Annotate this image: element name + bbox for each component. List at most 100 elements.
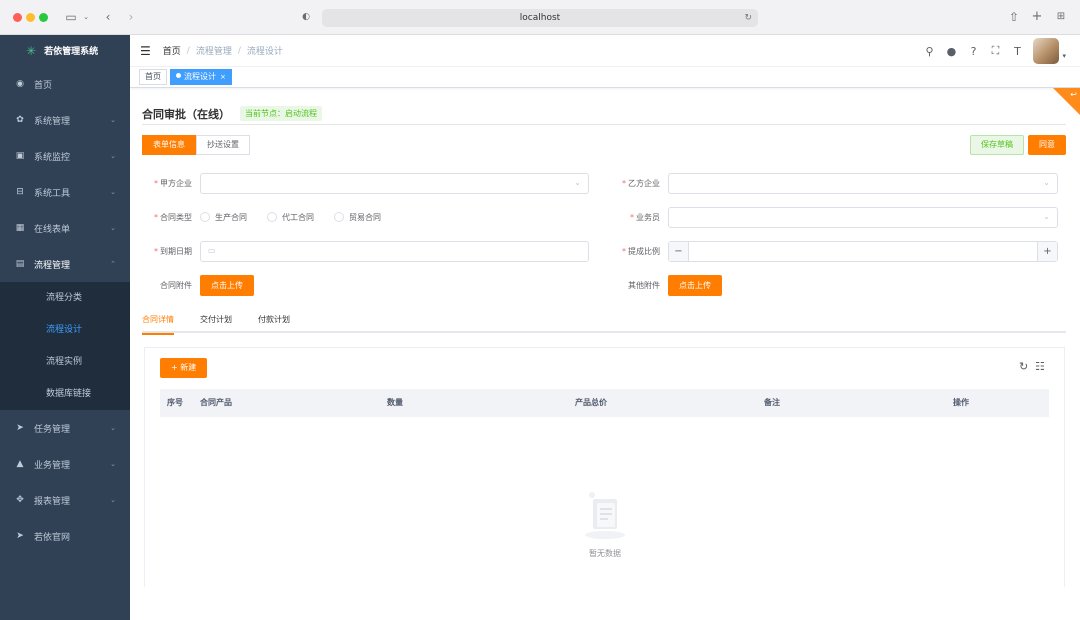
sidebar-item-workflow[interactable]: ▤ 流程管理 ⌃ [0, 246, 130, 282]
tab-payment-plan[interactable]: 付款计划 [258, 311, 290, 333]
product-table-card: + 新建 ↻ ☷ 序号 合同产品 数量 产品总价 备注 操作 暂无数据 [144, 347, 1065, 587]
sidebar-item-label: 系统管理 [34, 116, 71, 127]
sidebar-item-reports[interactable]: ✥ 报表管理 ⌄ [0, 482, 130, 518]
url-text: localhost [519, 13, 561, 23]
sidebar-toggle-icon[interactable]: ▭ [64, 9, 78, 25]
address-bar[interactable]: localhost ↻ [322, 9, 758, 27]
chevron-down-icon[interactable]: ⌄ [82, 9, 90, 25]
caret-down-icon[interactable]: ▾ [1062, 52, 1066, 60]
sidebar-subitem-instance[interactable]: 流程实例 [0, 346, 130, 378]
tag-home[interactable]: 首页 [139, 69, 167, 85]
tab-overview-icon[interactable]: ⊞ [1054, 9, 1068, 25]
empty-state: 暂无数据 [575, 491, 635, 559]
navbar: ☰ 首页 / 流程管理 / 流程设计 ⚲ ● ? ⛶ T ▾ [130, 35, 1080, 67]
column-settings-icon[interactable]: ☷ [1035, 360, 1045, 373]
sidebar-subitem-design[interactable]: 流程设计 [0, 314, 130, 346]
hamburger-icon[interactable]: ☰ [140, 44, 151, 58]
upload-other-button[interactable]: 点击上传 [668, 274, 722, 296]
due-date-picker[interactable]: ▭ [200, 240, 589, 262]
sidebar-item-tasks[interactable]: ➤ 任务管理 ⌄ [0, 410, 130, 446]
share-icon[interactable]: ⇧ [1008, 9, 1020, 25]
tags-view: 首页 流程设计 × [130, 67, 1080, 88]
salesperson-select[interactable]: ⌄ [668, 206, 1058, 228]
form-tab-group: 表单信息 抄送设置 [142, 135, 250, 155]
minimize-window-button[interactable] [26, 13, 35, 22]
chevron-down-icon: ⌄ [1043, 177, 1050, 187]
help-icon[interactable]: ? [967, 45, 979, 58]
reload-icon[interactable]: ↻ [744, 9, 752, 27]
decrement-button[interactable]: − [669, 241, 689, 261]
navbar-actions: ⚲ ● ? ⛶ T ▾ [913, 38, 1066, 64]
add-row-button[interactable]: + 新建 [160, 358, 208, 378]
sidebar-subitem-db-link[interactable]: 数据库链接 [0, 378, 130, 410]
sidebar: ✳ 若依管理系统 ◉ 首页 ✿ 系统管理 ⌄ ▣ 系统监控 ⌄ ⊟ 系统工具 ⌄… [0, 35, 130, 620]
field-salesperson: * 业务员 ⌄ [598, 206, 1058, 228]
tab-contract-details[interactable]: 合同详情 [142, 311, 174, 335]
sidebar-item-online-form[interactable]: ▦ 在线表单 ⌄ [0, 210, 130, 246]
new-tab-icon[interactable]: + [1031, 9, 1043, 25]
party-a-select[interactable]: ⌄ [200, 172, 589, 194]
return-icon[interactable]: ↩ [1070, 90, 1077, 99]
active-dot-icon [176, 73, 181, 78]
tab-cc-settings[interactable]: 抄送设置 [196, 135, 250, 155]
upload-contract-button[interactable]: 点击上传 [200, 274, 254, 296]
tab-form-info[interactable]: 表单信息 [142, 135, 196, 155]
toolbox-icon: ⊟ [16, 187, 24, 197]
sidebar-item-tools[interactable]: ⊟ 系统工具 ⌄ [0, 174, 130, 210]
field-label: * 到期日期 [154, 246, 192, 256]
sidebar-item-business[interactable]: ▲ 业务管理 ⌄ [0, 446, 130, 482]
chevron-down-icon: ⌄ [574, 177, 581, 187]
chevron-down-icon: ⌄ [110, 496, 116, 504]
sidebar-item-system[interactable]: ✿ 系统管理 ⌄ [0, 102, 130, 138]
gear-icon: ✿ [16, 115, 24, 125]
zoom-window-button[interactable] [39, 13, 48, 22]
agree-button[interactable]: 同意 [1028, 135, 1066, 155]
increment-button[interactable]: + [1037, 241, 1057, 261]
chevron-down-icon: ⌄ [110, 152, 116, 160]
table-header: 序号 合同产品 数量 产品总价 备注 操作 [160, 389, 1049, 417]
column-header: 合同产品 [200, 398, 232, 407]
back-icon[interactable]: ‹ [103, 9, 113, 25]
save-draft-button[interactable]: 保存草稿 [970, 135, 1024, 155]
commission-stepper[interactable]: − + [668, 240, 1058, 262]
sidebar-item-official-site[interactable]: ➤ 若依官网 [0, 518, 130, 554]
forward-icon[interactable]: › [126, 9, 136, 25]
radio-trade[interactable]: 贸易合同 [334, 212, 381, 223]
breadcrumb-workflow: 流程管理 [195, 47, 232, 57]
github-icon[interactable]: ● [945, 45, 957, 58]
refresh-icon[interactable]: ↻ [1019, 360, 1028, 373]
search-icon[interactable]: ⚲ [923, 45, 935, 58]
sidebar-item-label: 业务管理 [34, 460, 71, 471]
calendar-icon: ▭ [208, 245, 216, 255]
column-header: 备注 [764, 398, 780, 407]
font-size-icon[interactable]: T [1011, 45, 1023, 58]
empty-text: 暂无数据 [589, 549, 621, 558]
browser-toolbar: ▭ ⌄ ‹ › ◐ localhost ↻ ⇧ + ⊞ [0, 0, 1080, 35]
workflow-submenu: 流程分类 流程设计 流程实例 数据库链接 [0, 282, 130, 410]
close-window-button[interactable] [13, 13, 22, 22]
field-label: * 业务员 [630, 212, 660, 222]
sidebar-item-label: 在线表单 [34, 224, 71, 235]
sidebar-subitem-category[interactable]: 流程分类 [0, 282, 130, 314]
detail-tabs: 合同详情 交付计划 付款计划 [142, 311, 1066, 335]
close-icon[interactable]: × [220, 73, 226, 81]
tab-delivery-plan[interactable]: 交付计划 [200, 311, 232, 333]
radio-circle-icon [200, 212, 210, 222]
radio-production[interactable]: 生产合同 [200, 212, 247, 223]
field-due-date: * 到期日期 ▭ [130, 240, 589, 262]
page-title: 合同审批（在线） [142, 107, 230, 121]
party-b-select[interactable]: ⌄ [668, 172, 1058, 194]
sidebar-item-monitor[interactable]: ▣ 系统监控 ⌄ [0, 138, 130, 174]
column-header: 序号 [167, 398, 183, 407]
tag-current[interactable]: 流程设计 × [170, 69, 232, 85]
logo[interactable]: ✳ 若依管理系统 [0, 35, 130, 66]
breadcrumb-home[interactable]: 首页 [163, 44, 181, 57]
avatar[interactable] [1033, 38, 1060, 64]
radio-circle-icon [334, 212, 344, 222]
tag-current-label: 流程设计 [184, 72, 216, 81]
field-other-attachment: 其他附件 点击上传 [598, 274, 722, 296]
sidebar-item-home[interactable]: ◉ 首页 [0, 66, 130, 102]
radio-oem[interactable]: 代工合同 [267, 212, 314, 223]
chevron-down-icon: ⌄ [110, 424, 116, 432]
fullscreen-icon[interactable]: ⛶ [989, 44, 1001, 58]
